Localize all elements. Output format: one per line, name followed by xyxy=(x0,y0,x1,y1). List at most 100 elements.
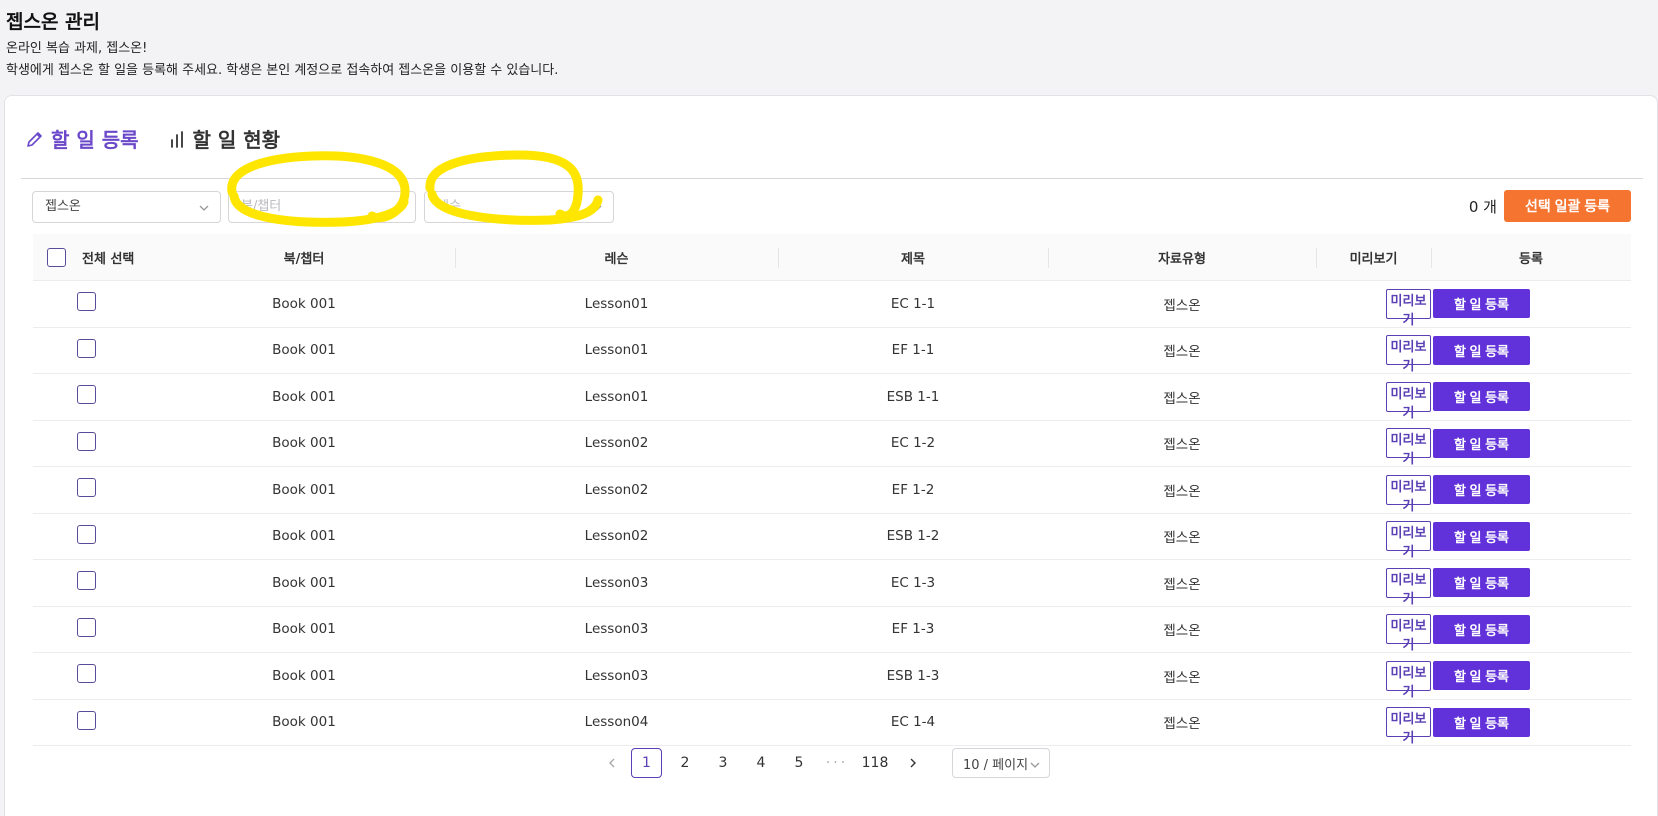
row-register-cell: 할 일 등록 xyxy=(1431,607,1631,653)
preview-button[interactable]: 미리보기 xyxy=(1386,707,1431,745)
register-task-button[interactable]: 할 일 등록 xyxy=(1433,428,1530,458)
table-row: Book 001 Lesson04 EC 1-4 젭스온 미리보기 할 일 등록 xyxy=(33,700,1631,746)
preview-button[interactable]: 미리보기 xyxy=(1386,521,1431,559)
type-select-value: 젭스온 xyxy=(45,199,81,214)
row-checkbox[interactable] xyxy=(77,571,96,591)
row-lesson: Lesson02 xyxy=(584,435,649,452)
pencil-icon xyxy=(27,131,42,147)
row-select-cell xyxy=(33,607,153,653)
lesson-select-placeholder: 레슨 xyxy=(437,199,461,214)
row-lesson: Lesson03 xyxy=(584,621,649,638)
page-button[interactable]: 2 xyxy=(666,748,704,778)
row-preview-cell: 미리보기 xyxy=(1316,607,1431,652)
tab-status[interactable]: 할 일 현황 xyxy=(169,124,280,153)
preview-button[interactable]: 미리보기 xyxy=(1386,567,1431,606)
page-ellipsis[interactable]: ··· xyxy=(818,748,856,778)
row-register-cell: 할 일 등록 xyxy=(1431,700,1631,746)
register-task-button[interactable]: 할 일 등록 xyxy=(1433,521,1530,551)
preview-button[interactable]: 미리보기 xyxy=(1386,288,1431,327)
row-type: 젭스온 xyxy=(1163,669,1201,686)
table-row: Book 001 Lesson03 EC 1-3 젭스온 미리보기 할 일 등록 xyxy=(33,560,1631,607)
table-header: 전체 선택 북/챕터 레슨 제목 자료유형 미리보기 등록 xyxy=(33,234,1631,281)
page-size-value: 10 / 페이지 xyxy=(963,757,1029,773)
table-row: Book 001 Lesson01 ESB 1-1 젭스온 미리보기 할 일 등록 xyxy=(33,374,1631,421)
register-task-button[interactable]: 할 일 등록 xyxy=(1433,661,1530,691)
preview-button[interactable]: 미리보기 xyxy=(1386,428,1431,466)
preview-button[interactable]: 미리보기 xyxy=(1386,614,1431,652)
row-select-cell xyxy=(33,281,153,327)
register-task-button[interactable]: 할 일 등록 xyxy=(1433,382,1530,412)
table-row: Book 001 Lesson01 EF 1-1 젭스온 미리보기 할 일 등록 xyxy=(33,328,1631,374)
row-type: 젭스온 xyxy=(1163,530,1201,547)
row-lesson: Lesson01 xyxy=(584,295,649,312)
book-select-placeholder: 북/챕터 xyxy=(241,199,282,214)
table-row: Book 001 Lesson01 EC 1-1 젭스온 미리보기 할 일 등록 xyxy=(33,281,1631,328)
page-button-last[interactable]: 118 xyxy=(856,748,894,778)
row-preview-cell: 미리보기 xyxy=(1316,281,1431,327)
register-task-button[interactable]: 할 일 등록 xyxy=(1433,707,1530,737)
preview-button[interactable]: 미리보기 xyxy=(1386,660,1431,699)
row-book: Book 001 xyxy=(272,667,336,684)
page-button[interactable]: 4 xyxy=(742,748,780,778)
table-row: Book 001 Lesson03 EF 1-3 젭스온 미리보기 할 일 등록 xyxy=(33,607,1631,653)
row-lesson: Lesson01 xyxy=(584,388,649,405)
page-button[interactable]: 1 xyxy=(631,748,662,778)
row-title: EC 1-1 xyxy=(890,295,936,312)
header-type: 자료유형 xyxy=(1048,234,1316,280)
preview-button[interactable]: 미리보기 xyxy=(1386,381,1431,420)
row-book: Book 001 xyxy=(272,481,336,498)
row-checkbox[interactable] xyxy=(77,338,96,358)
row-title: EC 1-2 xyxy=(890,435,936,452)
page-button[interactable]: 3 xyxy=(704,748,742,778)
row-checkbox[interactable] xyxy=(77,617,96,637)
table-row: Book 001 Lesson03 ESB 1-3 젭스온 미리보기 할 일 등록 xyxy=(33,653,1631,700)
row-select-cell xyxy=(33,514,153,560)
row-checkbox[interactable] xyxy=(77,292,96,312)
row-lesson: Lesson02 xyxy=(584,528,649,545)
type-select[interactable]: 젭스온 xyxy=(32,191,221,223)
row-type: 젭스온 xyxy=(1163,297,1201,314)
page-size-select[interactable]: 10 / 페이지 xyxy=(952,748,1050,778)
row-select-cell xyxy=(33,421,153,467)
row-checkbox[interactable] xyxy=(77,478,96,498)
bulk-register-button[interactable]: 선택 일괄 등록 xyxy=(1504,190,1631,222)
register-task-button[interactable]: 할 일 등록 xyxy=(1433,289,1530,319)
chevron-down-icon xyxy=(592,205,602,211)
tab-register[interactable]: 할 일 등록 xyxy=(25,124,139,153)
row-type: 젭스온 xyxy=(1163,390,1201,407)
main-card: 할 일 등록 할 일 현황 젭스온 북/챕터 레슨 0 개 선택 일괄 등록 전… xyxy=(4,95,1658,816)
select-all-checkbox[interactable] xyxy=(47,247,66,267)
table-row: Book 001 Lesson02 EF 1-2 젭스온 미리보기 할 일 등록 xyxy=(33,467,1631,514)
prev-page-button[interactable] xyxy=(593,748,631,778)
row-register-cell: 할 일 등록 xyxy=(1431,374,1631,420)
row-checkbox[interactable] xyxy=(77,385,96,405)
register-task-button[interactable]: 할 일 등록 xyxy=(1433,614,1530,644)
bar-chart-icon xyxy=(170,130,183,148)
row-lesson: Lesson04 xyxy=(584,714,649,731)
row-title: EF 1-3 xyxy=(891,621,935,638)
row-title: ESB 1-3 xyxy=(886,667,940,684)
page-description-1: 온라인 복습 과제, 젭스온! xyxy=(6,41,148,56)
tab-divider xyxy=(21,178,1643,179)
chevron-right-icon xyxy=(910,758,916,768)
next-page-button[interactable] xyxy=(894,748,932,778)
lesson-select[interactable]: 레슨 xyxy=(424,191,614,223)
register-task-button[interactable]: 할 일 등록 xyxy=(1433,568,1530,598)
table-row: Book 001 Lesson02 EC 1-2 젭스온 미리보기 할 일 등록 xyxy=(33,421,1631,467)
book-select[interactable]: 북/챕터 xyxy=(228,191,416,223)
row-checkbox[interactable] xyxy=(77,710,96,730)
row-checkbox[interactable] xyxy=(77,524,96,544)
row-lesson: Lesson03 xyxy=(584,574,649,591)
row-checkbox[interactable] xyxy=(77,664,96,684)
register-task-button[interactable]: 할 일 등록 xyxy=(1433,335,1530,365)
chevron-down-icon xyxy=(199,205,209,211)
register-task-button[interactable]: 할 일 등록 xyxy=(1433,475,1530,505)
row-title: EF 1-2 xyxy=(891,481,935,498)
page-button[interactable]: 5 xyxy=(780,748,818,778)
row-title: ESB 1-1 xyxy=(886,388,940,405)
preview-button[interactable]: 미리보기 xyxy=(1386,335,1431,373)
row-checkbox[interactable] xyxy=(77,431,96,451)
header-register: 등록 xyxy=(1431,234,1631,280)
preview-button[interactable]: 미리보기 xyxy=(1386,474,1431,513)
header-select-all: 전체 선택 xyxy=(33,234,153,280)
